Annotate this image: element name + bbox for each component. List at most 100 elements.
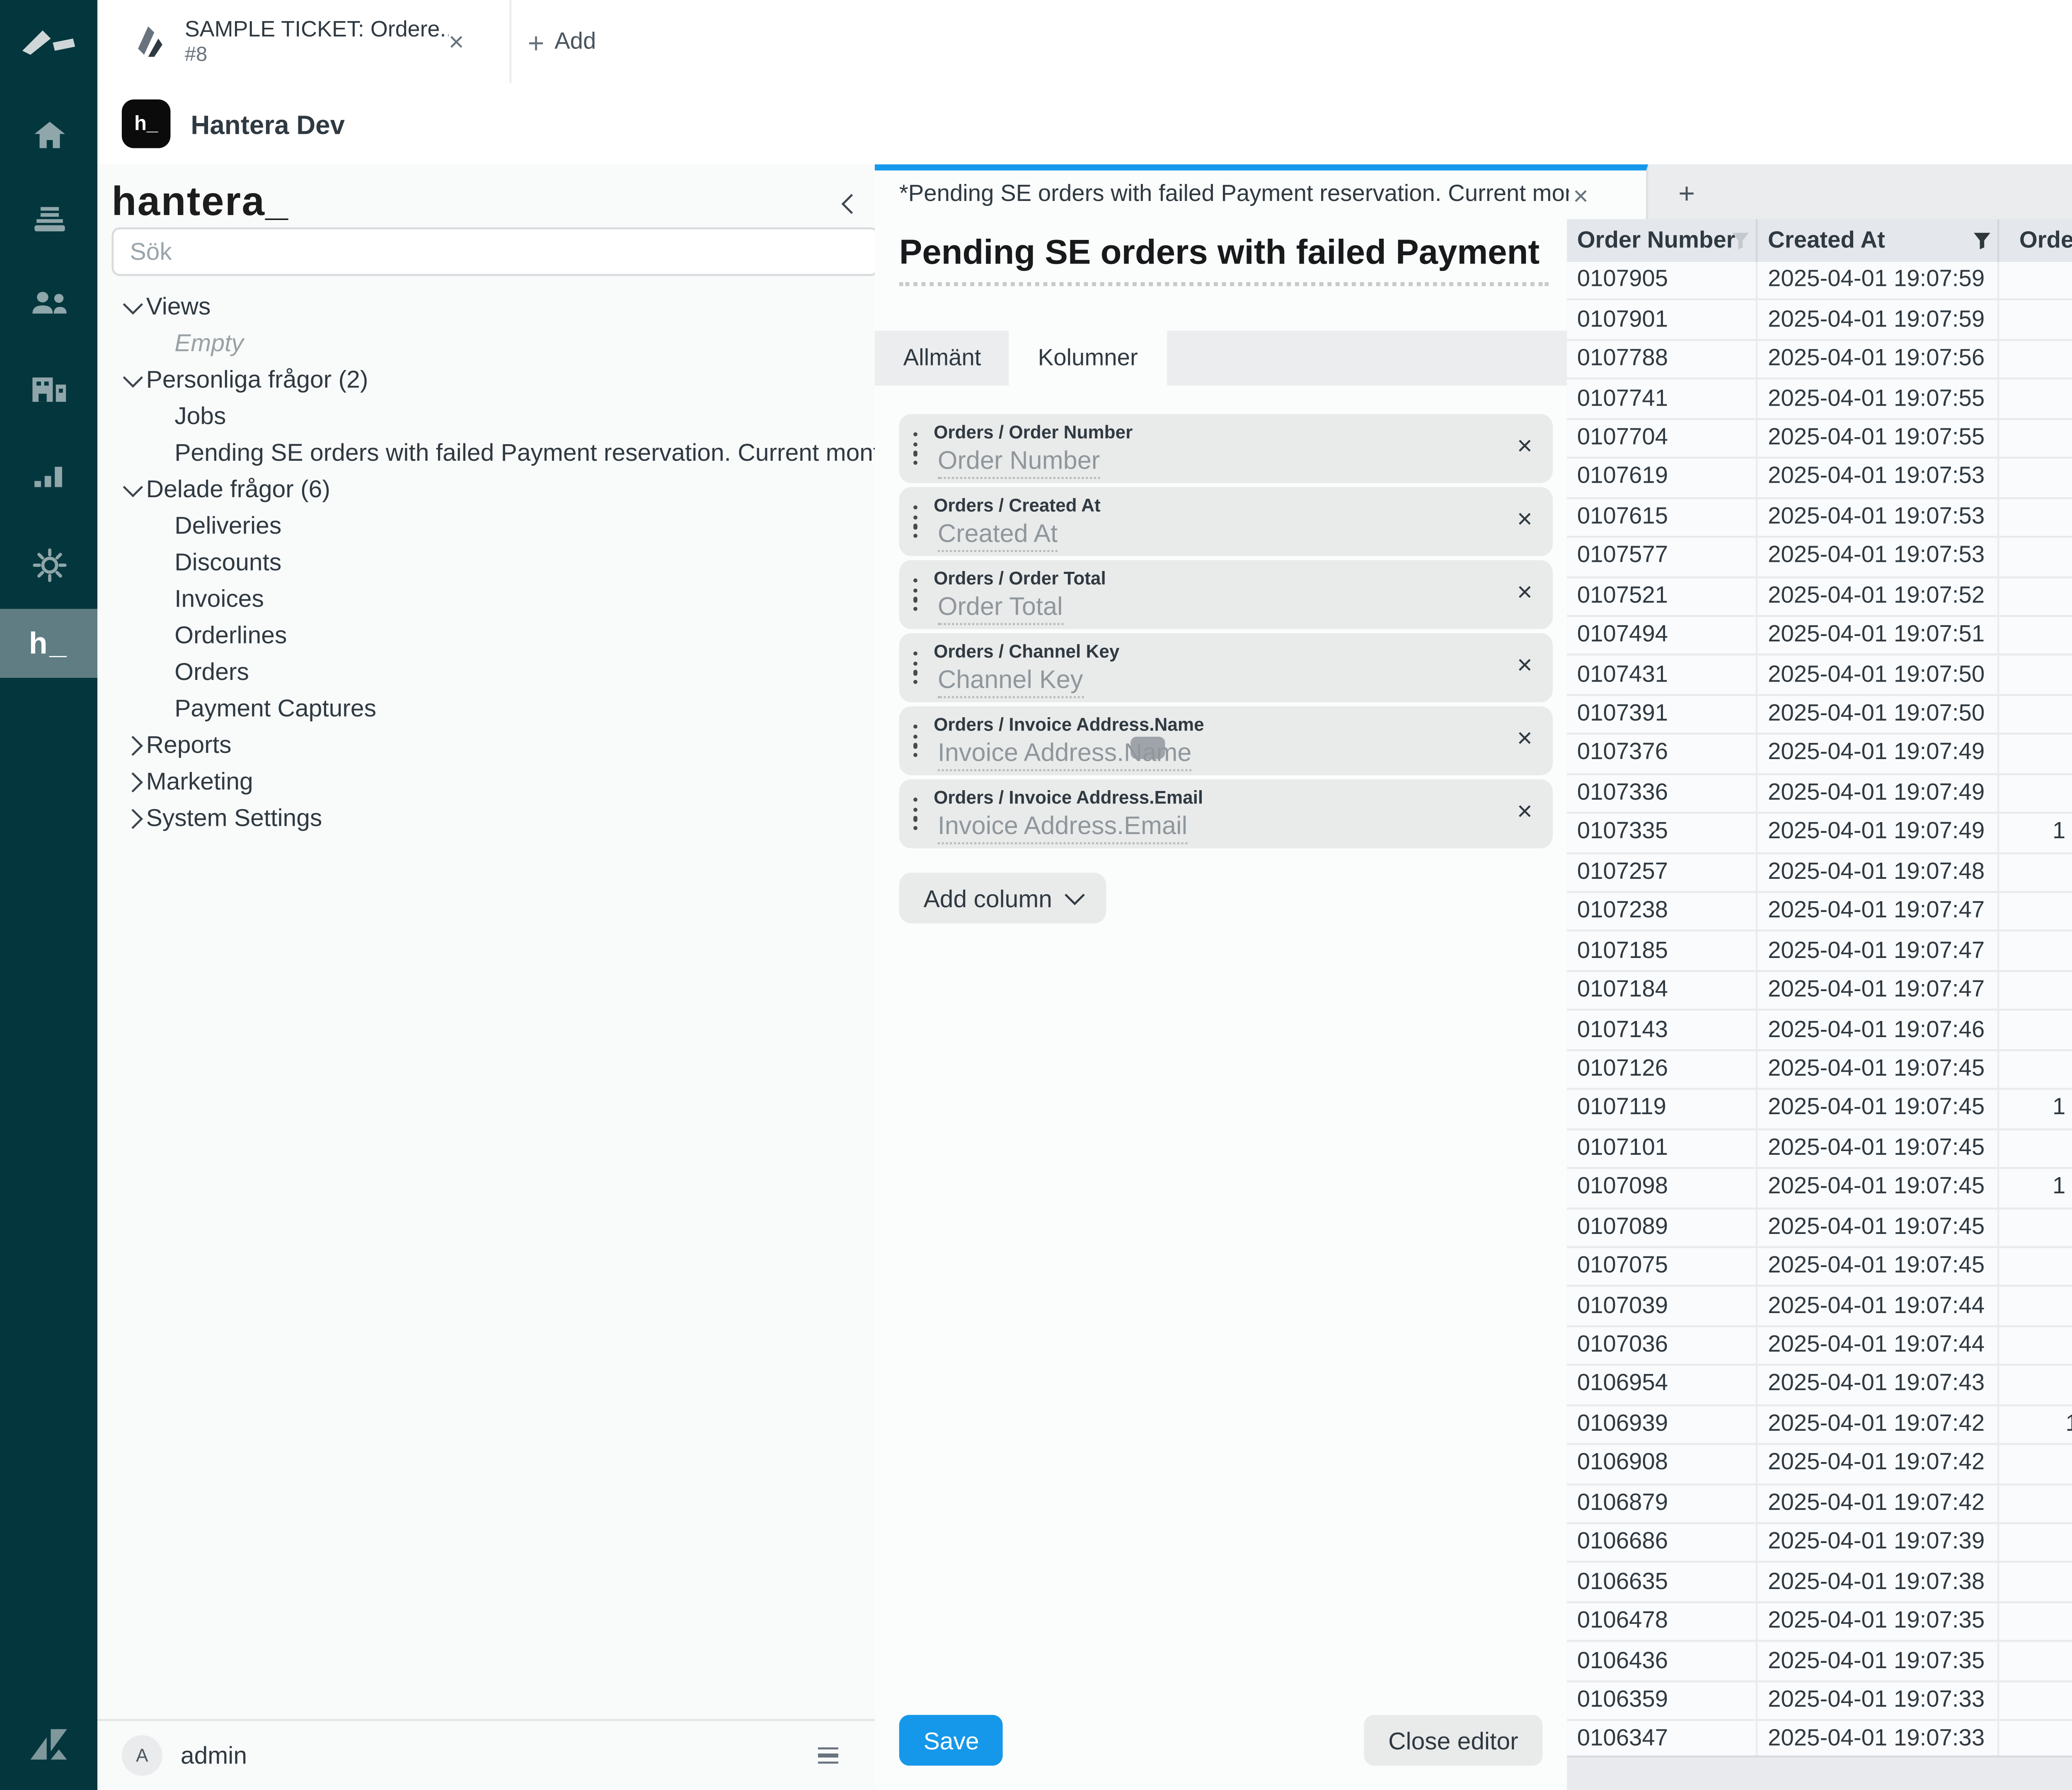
nav-tree-item[interactable]: Orderlines xyxy=(97,617,875,653)
table-row[interactable]: 0106939 2025-04-01 19:07:42 1 041,5 SE U… xyxy=(1567,1406,2072,1445)
close-tab-icon[interactable]: × xyxy=(448,29,464,55)
column-chip[interactable]: Orders / Invoice Address.Email Invoice A… xyxy=(899,779,1553,849)
close-view-tab-icon[interactable]: × xyxy=(1573,181,1588,208)
filter-icon[interactable] xyxy=(1731,231,1750,249)
drag-handle-icon[interactable] xyxy=(913,432,918,465)
nav-tree-item[interactable]: Deliveries xyxy=(97,508,875,544)
nav-tree-item[interactable]: Payment Captures xyxy=(97,690,875,726)
tickets-icon[interactable] xyxy=(0,185,97,254)
add-tab-button[interactable]: + Add xyxy=(528,0,596,83)
organizations-icon[interactable] xyxy=(0,355,97,424)
rail-item-hantera-app[interactable]: h_ xyxy=(0,609,97,678)
table-row[interactable]: 0107741 2025-04-01 19:07:55 321,98 SE Li… xyxy=(1567,380,2072,419)
nav-tree-item[interactable]: Marketing xyxy=(97,763,875,800)
table-row[interactable]: 0107577 2025-04-01 19:07:53 285,47 SE Ka… xyxy=(1567,538,2072,577)
table-row[interactable]: 0107119 2025-04-01 19:07:45 1 021,67 SE … xyxy=(1567,1090,2072,1130)
drag-handle-icon[interactable] xyxy=(913,578,918,611)
editor-tab[interactable]: Kolumner xyxy=(1009,331,1166,385)
table-row[interactable]: 0107901 2025-04-01 19:07:59 1 678 SE Fri… xyxy=(1567,301,2072,341)
column-header[interactable]: Created At xyxy=(1758,219,1999,262)
chip-field-input[interactable]: Order Total xyxy=(938,593,1063,625)
table-row[interactable]: 0107615 2025-04-01 19:07:53 154,85 SE Ga… xyxy=(1567,498,2072,538)
nav-tree-item[interactable]: Views xyxy=(97,288,875,325)
admin-gear-icon[interactable] xyxy=(0,530,97,599)
drag-handle-icon[interactable] xyxy=(913,506,918,538)
table-row[interactable]: 0107036 2025-04-01 19:07:44 670,63 SE Sa… xyxy=(1567,1327,2072,1366)
drag-handle-icon[interactable] xyxy=(913,798,918,830)
column-header[interactable]: Order Number xyxy=(1567,219,1757,262)
remove-column-icon[interactable]: × xyxy=(1517,651,1532,678)
column-chip[interactable]: Orders / Order Total Order Total × xyxy=(899,560,1553,629)
nav-tree-item[interactable]: Jobs xyxy=(97,398,875,434)
nav-tree-item[interactable]: Personliga frågor (2) xyxy=(97,361,875,398)
table-row[interactable]: 0107184 2025-04-01 19:07:47 907,5 SE Gun… xyxy=(1567,972,2072,1011)
column-chip[interactable]: Orders / Order Number Order Number × xyxy=(899,414,1553,483)
table-row[interactable]: 0107905 2025-04-01 19:07:59 148,05 SE Ma… xyxy=(1567,262,2072,301)
remove-column-icon[interactable]: × xyxy=(1517,578,1532,605)
table-row[interactable]: 0107431 2025-04-01 19:07:50 460,27 SE Pi… xyxy=(1567,656,2072,696)
close-editor-button[interactable]: Close editor xyxy=(1364,1715,1542,1766)
save-button[interactable]: Save xyxy=(899,1715,1004,1766)
remove-column-icon[interactable]: × xyxy=(1517,506,1532,532)
column-header[interactable]: Order Total xyxy=(1999,219,2072,262)
home-icon[interactable] xyxy=(0,99,97,169)
table-row[interactable]: 0106359 2025-04-01 19:07:33 692,12 SE Li… xyxy=(1567,1682,2072,1721)
table-row[interactable]: 0107335 2025-04-01 19:07:49 1 143,84 SE … xyxy=(1567,814,2072,854)
collapse-sidebar-icon[interactable] xyxy=(841,193,861,213)
table-row[interactable]: 0107143 2025-04-01 19:07:46 328,21 SE Ol… xyxy=(1567,1011,2072,1051)
workspace-logo-icon[interactable] xyxy=(0,8,97,77)
nav-tree-item[interactable]: Delade frågor (6) xyxy=(97,471,875,507)
drag-handle-icon[interactable] xyxy=(913,725,918,757)
table-row[interactable]: 0107185 2025-04-01 19:07:47 581,32 SE Fe… xyxy=(1567,932,2072,972)
chip-field-input[interactable]: Channel Key xyxy=(938,666,1083,698)
table-row[interactable]: 0107101 2025-04-01 19:07:45 553,79 SE Ol… xyxy=(1567,1130,2072,1169)
remove-column-icon[interactable]: × xyxy=(1517,725,1532,751)
view-title-input[interactable]: Pending SE orders with failed Payment re… xyxy=(899,233,1549,286)
filter-icon[interactable] xyxy=(1973,231,1991,249)
table-row[interactable]: 0107238 2025-04-01 19:07:47 318,33 SE Em… xyxy=(1567,893,2072,932)
table-row[interactable]: 0107391 2025-04-01 19:07:50 509,85 SE An… xyxy=(1567,696,2072,735)
table-row[interactable]: 0107704 2025-04-01 19:07:55 322,28 SE Mo… xyxy=(1567,420,2072,459)
table-row[interactable]: 0107619 2025-04-01 19:07:53 312,77 SE Ji… xyxy=(1567,459,2072,498)
table-row[interactable]: 0106436 2025-04-01 19:07:35 86,81 SE Car… xyxy=(1567,1642,2072,1682)
table-row[interactable]: 0107039 2025-04-01 19:07:44 503,32 SE Su… xyxy=(1567,1287,2072,1327)
table-row[interactable]: 0106347 2025-04-01 19:07:33 241,51 SE Ar… xyxy=(1567,1721,2072,1757)
reporting-icon[interactable] xyxy=(0,440,97,510)
chip-field-input[interactable]: Order Number xyxy=(938,447,1100,479)
ticket-tab[interactable]: SAMPLE TICKET: Ordere... #8 × xyxy=(111,0,511,83)
column-chip[interactable]: Orders / Created At Created At × xyxy=(899,487,1553,556)
nav-tree-item[interactable]: Invoices xyxy=(97,581,875,617)
nav-tree-item[interactable]: System Settings xyxy=(97,800,875,836)
nav-tree-item[interactable]: Orders xyxy=(97,653,875,690)
table-row[interactable]: 0106635 2025-04-01 19:07:38 638,7 SE Gus… xyxy=(1567,1564,2072,1603)
table-row[interactable]: 0107376 2025-04-01 19:07:49 397,72 SE He… xyxy=(1567,735,2072,774)
table-row[interactable]: 0107336 2025-04-01 19:07:49 680,41 SE El… xyxy=(1567,775,2072,814)
view-tab[interactable]: *Pending SE orders with failed Payment r… xyxy=(875,164,1648,219)
menu-icon[interactable] xyxy=(818,1746,838,1764)
table-row[interactable]: 0106954 2025-04-01 19:07:43 704,72 SE Da… xyxy=(1567,1367,2072,1406)
drag-handle-icon[interactable] xyxy=(913,651,918,684)
column-chip[interactable]: Orders / Invoice Address.Name Invoice Ad… xyxy=(899,706,1553,776)
table-row[interactable]: 0106908 2025-04-01 19:07:42 628,69 SE Ka… xyxy=(1567,1445,2072,1485)
table-row[interactable]: 0106478 2025-04-01 19:07:35 792,13 SE Ma… xyxy=(1567,1603,2072,1642)
add-column-button[interactable]: Add column xyxy=(899,873,1107,923)
column-chip[interactable]: Orders / Channel Key Channel Key × xyxy=(899,633,1553,702)
editor-tab[interactable]: Allmänt xyxy=(875,331,1009,385)
remove-column-icon[interactable]: × xyxy=(1517,432,1532,459)
table-row[interactable]: 0107075 2025-04-01 19:07:45 497,87 SE Su… xyxy=(1567,1248,2072,1287)
nav-tree-item[interactable]: Empty xyxy=(97,325,875,361)
table-row[interactable]: 0107089 2025-04-01 19:07:45 790,21 SE Ma… xyxy=(1567,1209,2072,1248)
nav-search-input[interactable] xyxy=(111,227,877,276)
table-row[interactable]: 0107521 2025-04-01 19:07:52 451,02 SE Hu… xyxy=(1567,577,2072,617)
table-row[interactable]: 0107126 2025-04-01 19:07:45 948,35 SE Bj… xyxy=(1567,1051,2072,1090)
nav-tree-item[interactable]: Reports xyxy=(97,726,875,763)
chip-field-input[interactable]: Invoice Address.Email xyxy=(938,812,1187,844)
chip-field-input[interactable]: Created At xyxy=(938,520,1058,552)
table-row[interactable]: 0107098 2025-04-01 19:07:45 1 724,01 SE … xyxy=(1567,1169,2072,1209)
nav-tree-item[interactable]: Pending SE orders with failed Payment re… xyxy=(97,434,875,471)
new-view-tab-button[interactable]: + xyxy=(1666,164,1707,219)
remove-column-icon[interactable]: × xyxy=(1517,798,1532,824)
table-row[interactable]: 0107257 2025-04-01 19:07:48 878,32 SE Mo… xyxy=(1567,854,2072,893)
table-row[interactable]: 0107494 2025-04-01 19:07:51 662,05 SE Je… xyxy=(1567,617,2072,656)
nav-tree-item[interactable]: Discounts xyxy=(97,544,875,581)
